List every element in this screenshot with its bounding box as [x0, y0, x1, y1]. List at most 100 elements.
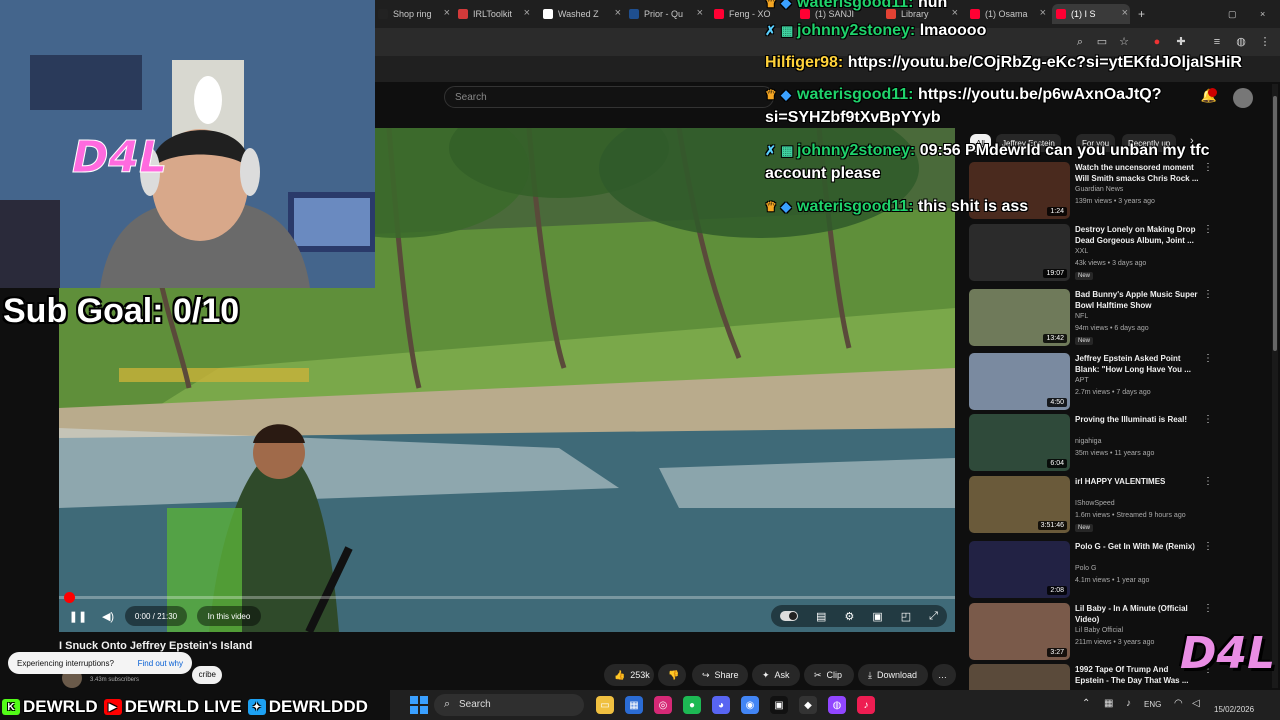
chat-username: waterisgood11:: [797, 198, 914, 215]
recommendation-title[interactable]: Lil Baby - In A Minute (Official Video): [1075, 603, 1199, 625]
clip-label: Clip: [826, 670, 843, 680]
clip-button[interactable]: ✂ Clip: [804, 664, 854, 686]
video-thumbnail[interactable]: 13:42: [969, 289, 1070, 346]
network-icon[interactable]: ▦: [1104, 698, 1113, 709]
recommendation-meta: 4.1m views • 1 year ago: [1075, 577, 1150, 584]
subtitles-icon[interactable]: ▤: [816, 610, 826, 623]
ask-button[interactable]: ✦ Ask: [752, 664, 800, 686]
download-button[interactable]: ⤓ Download: [858, 664, 928, 686]
mic-icon[interactable]: ♪: [1126, 698, 1131, 709]
more-vert-icon[interactable]: ⋮: [1203, 603, 1213, 614]
video-thumbnail[interactable]: 2:08: [969, 541, 1070, 598]
close-icon[interactable]: ×: [524, 7, 530, 19]
taskbar-app-icon[interactable]: ♪: [857, 696, 875, 714]
recommendation-item[interactable]: 13:42 Bad Bunny's Apple Music Super Bowl …: [969, 289, 1219, 347]
recommendation-item[interactable]: 6:04 Proving the Illuminati is Real! nigah…: [969, 414, 1219, 472]
recommendation-channel[interactable]: APT: [1075, 377, 1089, 384]
wifi-icon[interactable]: ◠: [1174, 698, 1183, 709]
progress-bar[interactable]: [59, 592, 955, 603]
browser-tab[interactable]: Prior - Qu ×: [629, 4, 705, 24]
recommendation-title[interactable]: Destroy Lonely on Making Drop Dead Gorge…: [1075, 224, 1199, 246]
download-icon: ⤓: [868, 669, 872, 680]
ask-label: Ask: [774, 670, 790, 680]
recommendation-title[interactable]: Jeffrey Epstein Asked Point Blank: "How …: [1075, 353, 1199, 375]
recommendation-title[interactable]: Bad Bunny's Apple Music Super Bowl Halft…: [1075, 289, 1199, 311]
interruption-text: Experiencing interruptions?: [17, 658, 114, 668]
chevron-up-icon[interactable]: ⌃: [1082, 698, 1090, 709]
share-button[interactable]: ↪ Share: [692, 664, 748, 686]
taskbar-app-icon[interactable]: ▭: [596, 696, 614, 714]
sword-badge-icon: ✗: [765, 23, 776, 38]
chapter-button[interactable]: In this video: [197, 606, 261, 626]
windows-taskbar: Search ⌕ ▭ ▦ ◎ ● ◕ ◉ ▣ ◆ ◍ ♪ ⌃ ▦ ♪ ENG ◠ ◁ 15/02/…: [390, 690, 1280, 720]
browser-tab[interactable]: Shop ring ×: [378, 4, 452, 24]
close-icon[interactable]: ×: [444, 7, 450, 19]
cast-icon[interactable]: ◰: [901, 610, 911, 623]
more-vert-icon[interactable]: ⋮: [1203, 289, 1213, 300]
recommendation-channel[interactable]: XXL: [1075, 248, 1088, 255]
windows-start-icon[interactable]: [410, 696, 428, 714]
recommendation-title[interactable]: Polo G - Get In With Me (Remix): [1075, 541, 1199, 552]
taskbar-app-icon[interactable]: ◉: [741, 696, 759, 714]
more-vert-icon[interactable]: ⋮: [1203, 541, 1213, 552]
crown-badge-icon: ♛: [765, 87, 777, 102]
video-thumbnail[interactable]: 4:50: [969, 353, 1070, 410]
recommendation-meta: 1.6m views • Streamed 9 hours ago: [1075, 512, 1186, 519]
date-text[interactable]: 15/02/2026: [1214, 705, 1254, 714]
youtube-search-input[interactable]: Search: [444, 86, 774, 108]
recommendation-item[interactable]: 4:50 Jeffrey Epstein Asked Point Blank: "…: [969, 353, 1219, 411]
recommendation-channel[interactable]: IShowSpeed: [1075, 500, 1115, 507]
recommendation-item[interactable]: 19:07 Destroy Lonely on Making Drop Dead …: [969, 224, 1219, 282]
autoplay-toggle[interactable]: [780, 611, 798, 621]
chat-message: si=SYHZbf9tXvBpYYyb: [765, 109, 941, 127]
settings-gear-icon[interactable]: ⚙: [844, 610, 854, 623]
more-actions-button[interactable]: …: [932, 664, 956, 686]
video-thumbnail[interactable]: 3:51:46: [969, 476, 1070, 533]
webcam-feed: D4L: [0, 0, 375, 288]
subscribe-button[interactable]: cribe: [192, 666, 222, 684]
video-thumbnail[interactable]: 3:27: [969, 603, 1070, 660]
dislike-button[interactable]: 👎: [658, 664, 686, 686]
recommendation-item[interactable]: 2:08 Polo G - Get In With Me (Remix) Polo …: [969, 541, 1219, 599]
taskbar-app-icon[interactable]: ◎: [654, 696, 672, 714]
taskbar-app-icon[interactable]: ▦: [625, 696, 643, 714]
find-out-why-link[interactable]: Find out why: [138, 659, 183, 668]
pause-icon[interactable]: ❚❚: [67, 606, 89, 626]
cube-badge-icon: ◆: [781, 0, 791, 10]
recommendation-item[interactable]: 3:51:46 irl HAPPY VALENTIMES IShowSpeed 1.6…: [969, 476, 1219, 534]
social-handle: ✦ DEWRLDDD: [247, 697, 368, 717]
more-vert-icon[interactable]: ⋮: [1203, 353, 1213, 364]
download-label: Download: [876, 670, 918, 680]
fullscreen-icon[interactable]: ⤢: [929, 610, 938, 623]
video-thumbnail[interactable]: 19:07: [969, 224, 1070, 281]
language-indicator[interactable]: ENG: [1144, 700, 1161, 709]
like-button[interactable]: 👍 253k: [604, 664, 654, 686]
video-thumbnail[interactable]: 6:04: [969, 414, 1070, 471]
close-icon[interactable]: ×: [697, 7, 703, 19]
recommendation-channel[interactable]: NFL: [1075, 313, 1088, 320]
taskbar-search[interactable]: Search: [434, 694, 584, 716]
recommendation-channel[interactable]: nigahiga: [1075, 438, 1101, 445]
more-vert-icon[interactable]: ⋮: [1203, 414, 1213, 425]
recommendation-title[interactable]: Proving the Illuminati is Real!: [1075, 414, 1199, 425]
taskbar-app-icon[interactable]: ◕: [712, 696, 730, 714]
volume-icon[interactable]: ◀): [97, 606, 119, 626]
more-vert-icon[interactable]: ⋮: [1203, 476, 1213, 487]
browser-tab[interactable]: Washed Z ×: [543, 4, 623, 24]
taskbar-app-icon[interactable]: ▣: [770, 696, 788, 714]
progress-scrubber[interactable]: [64, 592, 75, 603]
new-badge: New: [1075, 337, 1094, 345]
taskbar-app-icon[interactable]: ●: [683, 696, 701, 714]
taskbar-app-icon[interactable]: ◆: [799, 696, 817, 714]
close-icon[interactable]: ×: [615, 7, 621, 19]
social-handle: K DEWRLD: [2, 697, 98, 717]
taskbar-app-icon[interactable]: ◍: [828, 696, 846, 714]
volume-icon[interactable]: ◁: [1192, 698, 1200, 709]
miniplayer-icon[interactable]: ▣: [872, 610, 882, 623]
more-vert-icon[interactable]: ⋮: [1203, 224, 1213, 235]
recommendation-title[interactable]: irl HAPPY VALENTIMES: [1075, 476, 1199, 487]
recommendation-channel[interactable]: Polo G: [1075, 565, 1096, 572]
recommendation-meta: 2.7m views • 7 days ago: [1075, 389, 1151, 396]
browser-tab[interactable]: IRLToolkit ×: [458, 4, 532, 24]
recommendation-channel[interactable]: Lil Baby Official: [1075, 627, 1123, 634]
